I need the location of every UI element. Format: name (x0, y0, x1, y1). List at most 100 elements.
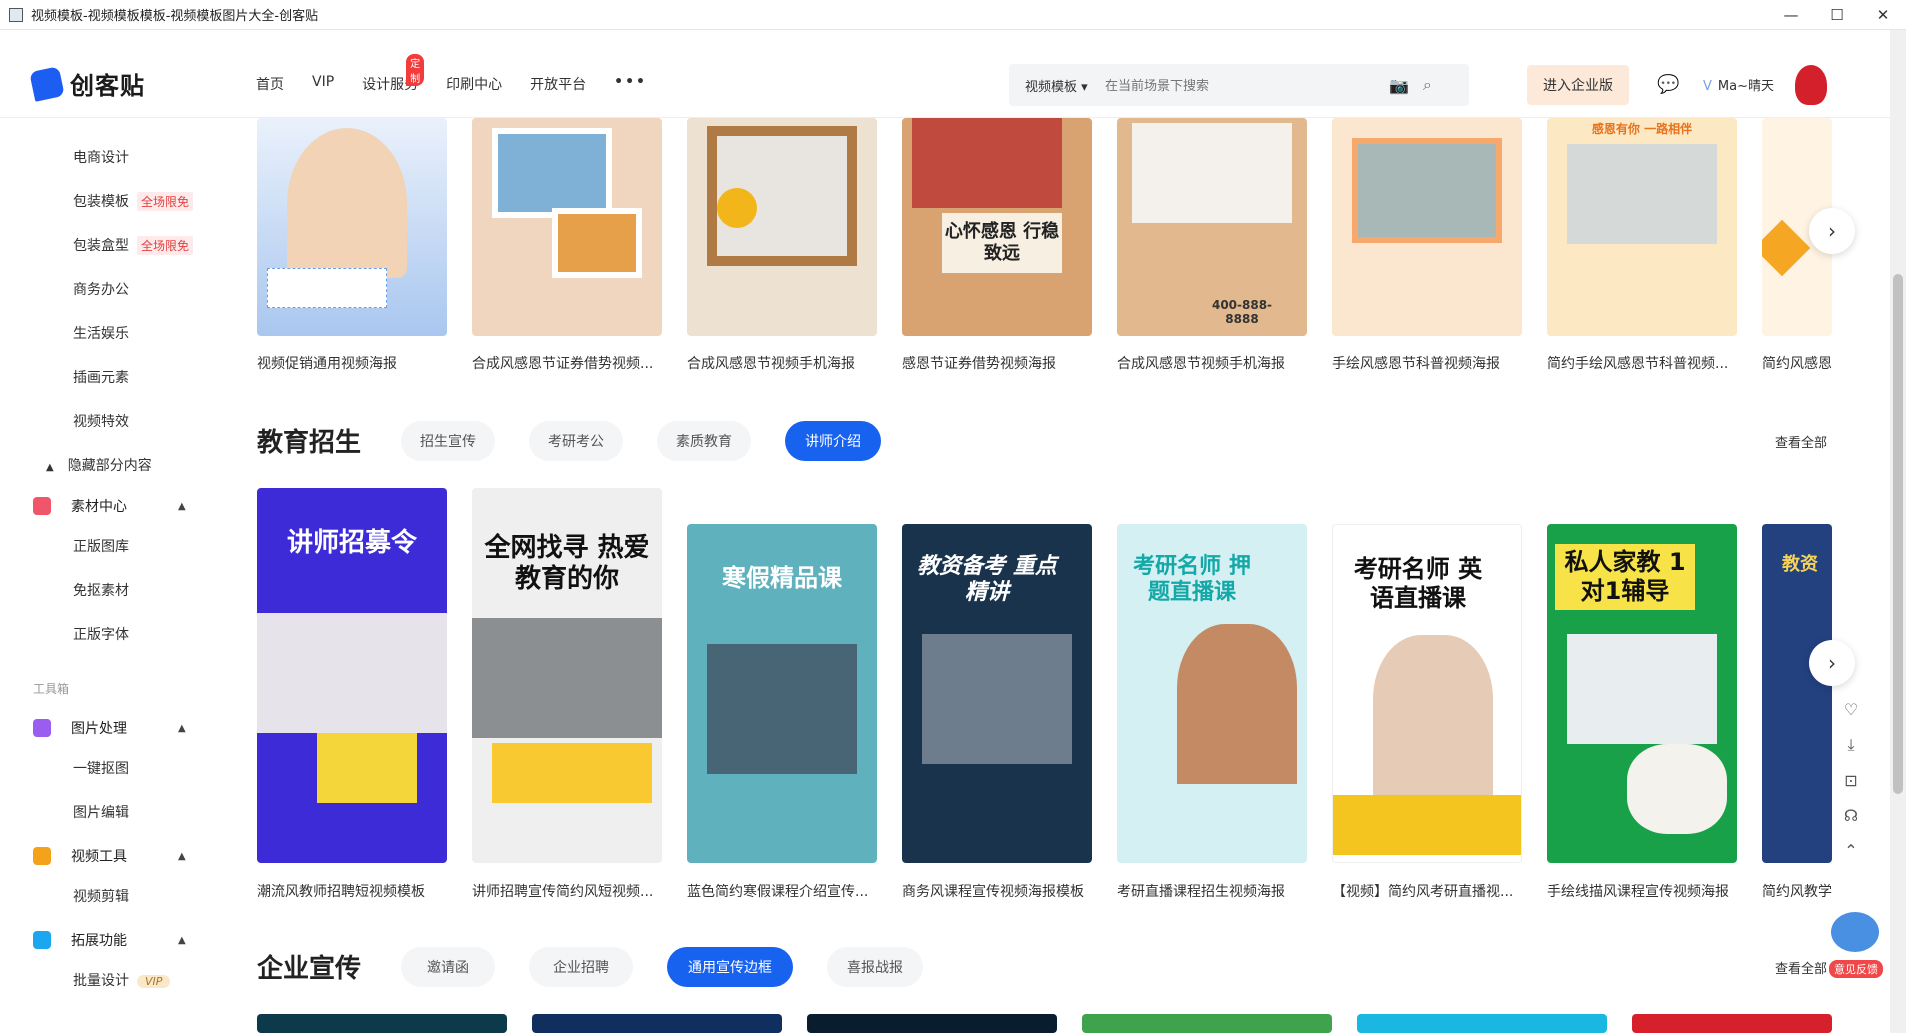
tab-invitation[interactable]: 邀请函 (401, 947, 495, 987)
tab-good-news[interactable]: 喜报战报 (827, 947, 923, 987)
template-card[interactable]: 私人家教 1对1辅导 (1547, 524, 1737, 863)
sidebar-item-illustration[interactable]: 插画元素 (73, 367, 129, 387)
nav-more-icon[interactable]: ••• (614, 74, 647, 94)
cart-icon[interactable]: ⊡ (1844, 771, 1857, 790)
template-card[interactable] (1357, 1014, 1607, 1033)
template-card[interactable] (257, 118, 447, 336)
minimize-button[interactable]: — (1768, 0, 1814, 30)
enterprise-button[interactable]: 进入企业版 (1527, 65, 1629, 105)
card-title[interactable]: 感恩节证券借势视频海报 (902, 353, 1092, 373)
template-card[interactable] (1082, 1014, 1332, 1033)
sidebar-item-cutout[interactable]: 免抠素材 (73, 580, 129, 600)
template-card[interactable]: 寒假精品课 (687, 524, 877, 863)
sidebar-item-label: 包装模板 (73, 194, 129, 210)
see-all-enterprise[interactable]: 查看全部 (1775, 958, 1827, 977)
nav-print-center[interactable]: 印刷中心 (446, 74, 502, 94)
heart-icon[interactable]: ♡ (1844, 700, 1858, 719)
card-title[interactable]: 合成风感恩节视频手机海报 (687, 353, 877, 373)
see-all-education[interactable]: 查看全部 (1775, 432, 1827, 451)
template-card[interactable]: 教资备考 重点精讲 (902, 524, 1092, 863)
template-card[interactable] (1632, 1014, 1832, 1033)
main-nav: 首页 VIP 设计服务 定制 印刷中心 开放平台 ••• (256, 54, 675, 94)
avatar[interactable] (1795, 65, 1827, 105)
card-title[interactable]: 手绘线描风课程宣传视频海报 (1547, 881, 1737, 901)
search-icon[interactable]: ⌕ (1423, 75, 1432, 95)
card-title[interactable]: 视频促销通用视频海报 (257, 353, 447, 373)
sidebar-item-video-effects[interactable]: 视频特效 (73, 411, 129, 431)
template-card[interactable] (1332, 118, 1522, 336)
maximize-button[interactable]: ☐ (1814, 0, 1860, 30)
card-title[interactable]: 简约手绘风感恩节科普视频... (1547, 353, 1737, 373)
close-button[interactable]: ✕ (1860, 0, 1906, 30)
free-tag: 全场限免 (137, 192, 194, 211)
headset-icon[interactable]: ☊ (1844, 806, 1858, 825)
tab-quality-education[interactable]: 素质教育 (657, 421, 751, 461)
sidebar-item-entertainment[interactable]: 生活娱乐 (73, 323, 129, 343)
template-card[interactable] (472, 118, 662, 336)
user-menu[interactable]: V Ma~晴天 (1703, 75, 1774, 94)
template-card[interactable] (687, 118, 877, 336)
template-card[interactable] (807, 1014, 1057, 1033)
toolbox-section-label: 工具箱 (33, 682, 70, 696)
template-card[interactable]: 考研名师 押题直播课 (1117, 524, 1307, 863)
template-card[interactable]: 讲师招募令 (257, 488, 447, 863)
sidebar-item-business[interactable]: 商务办公 (73, 279, 129, 299)
template-card[interactable]: 全网找寻 热爱教育的你 (472, 488, 662, 863)
search-type-select[interactable]: 视频模板 ▾ (1025, 76, 1105, 95)
sidebar-item-ecommerce[interactable]: 电商设计 (73, 147, 129, 167)
message-icon[interactable]: 💬 (1657, 74, 1679, 95)
sidebar-item-packaging[interactable]: 包装模板 全场限免 (73, 191, 194, 211)
feedback-widget[interactable]: 意见反馈 (1825, 912, 1885, 978)
card-title[interactable]: 合成风感恩节证券借势视频... (472, 353, 662, 373)
back-to-top-icon[interactable]: ⌃ (1844, 841, 1857, 860)
sidebar-item-image-edit[interactable]: 图片编辑 (73, 802, 129, 822)
sidebar-group-image-processing[interactable]: 图片处理 ▲ (33, 718, 186, 738)
site-logo[interactable]: 创客贴 (29, 65, 145, 102)
row1-next-arrow-icon[interactable]: › (1809, 208, 1855, 254)
tab-promo-border[interactable]: 通用宣传边框 (667, 947, 793, 987)
template-card[interactable]: 感恩有你 一路相伴 (1547, 118, 1737, 336)
tab-exam[interactable]: 考研考公 (529, 421, 623, 461)
card-title[interactable]: 【视频】简约风考研直播视... (1332, 881, 1522, 901)
sidebar: 电商设计 包装模板 全场限免 包装盒型 全场限免 商务办公 生活娱乐 插画元素 视频… (0, 118, 200, 1033)
card-title[interactable]: 商务风课程宣传视频海报模板 (902, 881, 1092, 901)
card-title[interactable]: 考研直播课程招生视频海报 (1117, 881, 1307, 901)
nav-home[interactable]: 首页 (256, 74, 284, 94)
page-scrollbar[interactable] (1890, 30, 1906, 1033)
nav-vip[interactable]: VIP (312, 74, 334, 94)
template-card[interactable]: 400-888-8888 (1117, 118, 1307, 336)
sidebar-item-one-click-cutout[interactable]: 一键抠图 (73, 758, 129, 778)
sidebar-item-box-type[interactable]: 包装盒型 全场限免 (73, 235, 194, 255)
card-title[interactable]: 手绘风感恩节科普视频海报 (1332, 353, 1522, 373)
template-card[interactable] (257, 1014, 507, 1033)
template-card[interactable]: 教资 (1762, 524, 1832, 863)
scrollbar-thumb[interactable] (1893, 274, 1903, 794)
card-title[interactable]: 简约风感恩 (1762, 353, 1832, 373)
sidebar-group-material[interactable]: 素材中心 ▲ (33, 496, 186, 516)
hide-content-toggle[interactable]: ▲ 隐藏部分内容 (46, 455, 152, 475)
row2-next-arrow-icon[interactable]: › (1809, 640, 1855, 686)
sidebar-item-fonts[interactable]: 正版字体 (73, 624, 129, 644)
card-title[interactable]: 合成风感恩节视频手机海报 (1117, 353, 1307, 373)
nav-design-service[interactable]: 设计服务 定制 (362, 54, 425, 94)
tab-enrollment[interactable]: 招生宣传 (401, 421, 495, 461)
template-card[interactable]: 考研名师 英语直播课 (1332, 524, 1522, 863)
sidebar-item-stock-images[interactable]: 正版图库 (73, 536, 129, 556)
template-card[interactable] (532, 1014, 782, 1033)
tab-lecturer[interactable]: 讲师介绍 (785, 421, 881, 461)
tab-recruitment[interactable]: 企业招聘 (529, 947, 633, 987)
card-title[interactable]: 讲师招聘宣传简约风短视频... (472, 881, 662, 901)
sidebar-item-batch-design[interactable]: 批量设计 VIP (73, 970, 171, 990)
sidebar-item-video-cut[interactable]: 视频剪辑 (73, 886, 129, 906)
nav-open-platform[interactable]: 开放平台 (530, 74, 586, 94)
card-title[interactable]: 潮流风教师招聘短视频模板 (257, 881, 447, 901)
sidebar-group-extensions[interactable]: 拓展功能 ▲ (33, 930, 186, 950)
section-title-enterprise: 企业宣传 (257, 954, 362, 984)
card-title[interactable]: 蓝色简约寒假课程介绍宣传... (687, 881, 877, 901)
sidebar-group-video-tools[interactable]: 视频工具 ▲ (33, 846, 186, 866)
card-title[interactable]: 简约风教学 (1762, 881, 1832, 901)
camera-icon[interactable]: 📷 (1389, 76, 1409, 95)
download-icon[interactable]: ⤓ (1847, 735, 1854, 755)
template-card[interactable]: 心怀感恩 行稳致远 (902, 118, 1092, 336)
search-input[interactable] (1105, 77, 1375, 93)
